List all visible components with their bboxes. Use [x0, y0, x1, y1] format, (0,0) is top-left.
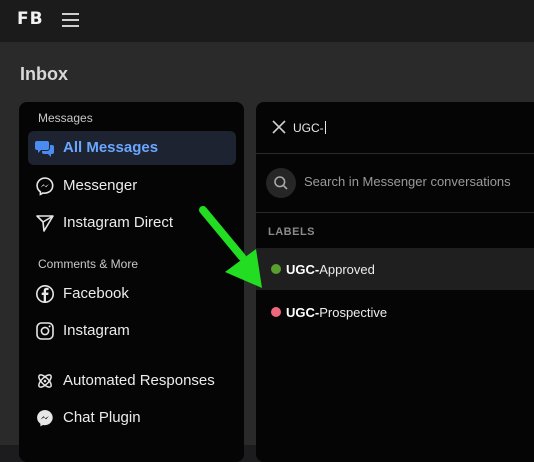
label-rest-text: Approved: [319, 262, 375, 277]
labels-section-header: LABELS: [268, 226, 315, 238]
sidebar-item-label: Automated Responses: [63, 372, 215, 389]
paper-plane-icon: [35, 213, 55, 233]
sidebar-item-label: Instagram: [63, 322, 130, 339]
label-color-dot: [271, 264, 281, 274]
sidebar-item-label: Chat Plugin: [63, 409, 141, 426]
section-label-messages: Messages: [38, 111, 93, 125]
sidebar-item-chat-plugin[interactable]: Chat Plugin: [28, 401, 236, 435]
sidebar-item-label: All Messages: [63, 139, 159, 156]
sidebar-item-automated-responses[interactable]: Automated Responses: [28, 364, 236, 398]
sidebar-item-label: Instagram Direct: [63, 214, 174, 231]
label-name: UGC-Prospective: [286, 305, 387, 320]
search-query-input[interactable]: UGC-: [293, 121, 326, 135]
search-panel: UGC- LABELS UGC-Approved UGC-Prospective: [256, 102, 534, 462]
conversation-search-input[interactable]: [304, 174, 534, 189]
automation-icon: [35, 371, 55, 391]
text-cursor: [324, 121, 326, 134]
section-label-comments: Comments & More: [38, 257, 139, 271]
facebook-icon: [35, 284, 55, 304]
label-match-text: UGC-: [286, 262, 320, 277]
messenger-icon: [35, 408, 55, 428]
sidebar-item-instagram[interactable]: Instagram: [28, 314, 236, 348]
annotation-arrow-icon: [199, 206, 262, 288]
label-option-approved[interactable]: UGC-Approved: [256, 248, 534, 290]
search-query-text: UGC-: [293, 121, 324, 135]
chat-bubbles-icon: [35, 138, 55, 158]
sidebar-item-label: Messenger: [63, 177, 138, 194]
instagram-icon: [35, 321, 55, 341]
top-bar: FB: [0, 0, 534, 42]
label-rest-text: Prospective: [319, 305, 388, 320]
label-color-dot: [271, 307, 281, 317]
messenger-icon: [35, 176, 55, 196]
search-icon[interactable]: [266, 168, 296, 198]
conversation-search-row: [256, 154, 534, 213]
search-header: UGC-: [256, 102, 534, 154]
sidebar-item-messenger[interactable]: Messenger: [28, 169, 236, 203]
hamburger-icon[interactable]: [62, 12, 79, 27]
label-option-prospective[interactable]: UGC-Prospective: [256, 291, 534, 333]
app-logo[interactable]: FB: [17, 9, 44, 29]
page-title: Inbox: [20, 64, 68, 84]
sidebar-item-label: Facebook: [63, 285, 129, 302]
close-icon[interactable]: [272, 120, 286, 134]
label-match-text: UGC-: [286, 305, 320, 320]
sidebar-item-all-messages[interactable]: All Messages: [28, 131, 236, 165]
label-name: UGC-Approved: [286, 262, 375, 277]
